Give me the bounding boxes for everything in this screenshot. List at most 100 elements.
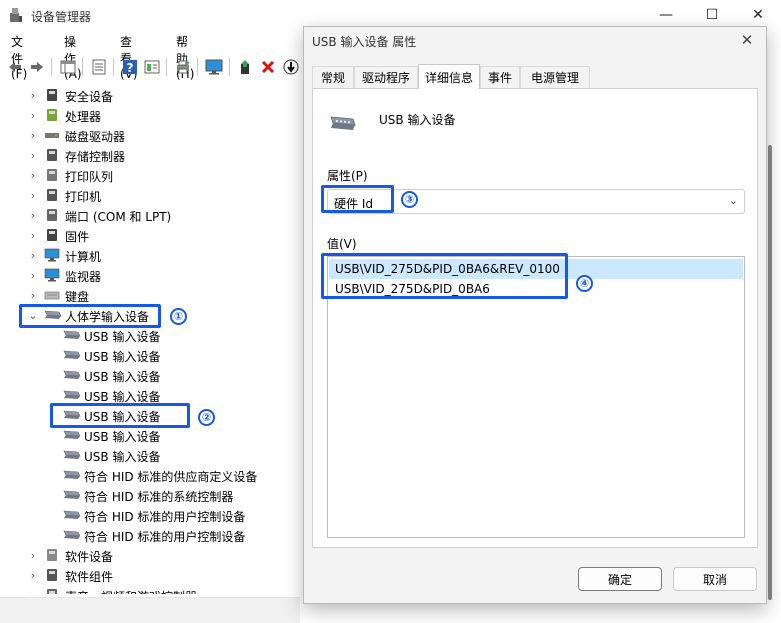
chevron-right-icon[interactable]: ›	[28, 105, 38, 125]
chevron-right-icon[interactable]: ›	[28, 585, 38, 595]
chevron-right-icon[interactable]: ›	[28, 185, 38, 205]
tree-category-item[interactable]: › 软件设备	[0, 545, 300, 565]
tree-category-item[interactable]: › 磁盘驱动器	[0, 125, 300, 145]
help-icon[interactable]: ?	[120, 57, 140, 77]
tree-child-item[interactable]: 符合 HID 标准的用户控制设备	[0, 505, 300, 525]
tree-item-label: 磁盘驱动器	[65, 130, 126, 144]
view-icon[interactable]	[142, 57, 162, 77]
usb-hid-icon	[63, 527, 81, 543]
properties-icon[interactable]	[89, 57, 109, 77]
tab-power-management[interactable]: 电源管理	[520, 66, 590, 88]
tab-details[interactable]: 详细信息	[418, 64, 480, 89]
processor-icon	[44, 107, 60, 123]
tree-category-item[interactable]: › 打印机	[0, 185, 300, 205]
tree-category-item[interactable]: › 安全设备	[0, 85, 300, 105]
chevron-right-icon[interactable]: ›	[28, 145, 38, 165]
highlight-box-property	[321, 185, 394, 213]
print-icon[interactable]	[173, 57, 193, 77]
tree-child-item[interactable]: USB 输入设备	[0, 325, 300, 345]
tree-child-item[interactable]: 符合 HID 标准的供应商定义设备	[0, 465, 300, 485]
console-tree-icon[interactable]	[58, 57, 78, 77]
printer-icon	[44, 187, 60, 203]
update-driver-icon[interactable]	[236, 57, 256, 77]
tab-events[interactable]: 事件	[480, 66, 520, 88]
monitor-icon	[44, 267, 60, 283]
usb-hid-icon	[63, 327, 81, 343]
tree-child-item[interactable]: USB 输入设备	[0, 445, 300, 465]
tree-item-label: USB 输入设备	[84, 330, 161, 344]
print-queue-icon	[44, 167, 60, 183]
tree-child-item[interactable]: USB 输入设备	[0, 425, 300, 445]
property-label: 属性(P)	[327, 169, 368, 183]
tree-item-label: USB 输入设备	[84, 430, 161, 444]
tab-driver[interactable]: 驱动程序	[354, 66, 418, 88]
tree-category-item[interactable]: › 软件组件	[0, 565, 300, 585]
chevron-right-icon[interactable]: ›	[28, 565, 38, 585]
chevron-right-icon[interactable]: ›	[28, 245, 38, 265]
tree-category-item[interactable]: › 声音、视频和游戏控制器	[0, 585, 300, 594]
tree-child-item[interactable]: 符合 HID 标准的系统控制器	[0, 485, 300, 505]
tree-category-item[interactable]: › 存储控制器	[0, 145, 300, 165]
chevron-down-icon: ⌄	[728, 194, 738, 207]
svg-text:?: ?	[127, 61, 134, 75]
keyboard-icon	[44, 287, 60, 303]
tree-category-item[interactable]: › 键盘	[0, 285, 300, 305]
forward-icon[interactable]	[27, 57, 47, 77]
tree-child-item[interactable]: USB 输入设备	[0, 365, 300, 385]
tree-item-label: 声音、视频和游戏控制器	[65, 588, 197, 594]
hid-device-icon	[330, 116, 356, 130]
chevron-right-icon[interactable]: ›	[28, 205, 38, 225]
properties-dialog: USB 输入设备 属性 ✕ 常规 驱动程序 详细信息 事件 电源管理 USB 输…	[303, 26, 767, 604]
chevron-right-icon[interactable]: ›	[28, 285, 38, 305]
tree-category-item[interactable]: › 处理器	[0, 105, 300, 125]
tree-item-label: 符合 HID 标准的系统控制器	[84, 490, 234, 504]
chevron-right-icon[interactable]: ›	[28, 85, 38, 105]
horizontal-scrollbar[interactable]	[0, 597, 300, 623]
uninstall-icon[interactable]	[258, 57, 278, 77]
annotation-badge-2: ②	[198, 409, 215, 426]
tree-category-item[interactable]: › 计算机	[0, 245, 300, 265]
security-device-icon	[44, 87, 60, 103]
ok-button[interactable]: 确定	[578, 567, 662, 591]
tree-category-item[interactable]: › 固件	[0, 225, 300, 245]
tree-item-label: USB 输入设备	[84, 370, 161, 384]
tree-child-item[interactable]: USB 输入设备	[0, 385, 300, 405]
chevron-right-icon[interactable]: ›	[28, 545, 38, 565]
chevron-right-icon[interactable]: ›	[28, 265, 38, 285]
tree-item-label: USB 输入设备	[84, 450, 161, 464]
software-component-icon	[44, 567, 60, 583]
usb-hid-icon	[63, 427, 81, 443]
annotation-badge-3: ③	[401, 191, 418, 208]
storage-controller-icon	[44, 147, 60, 163]
scan-hardware-icon[interactable]	[204, 57, 224, 77]
usb-hid-icon	[63, 447, 81, 463]
software-device-icon	[44, 547, 60, 563]
tree-item-label: 符合 HID 标准的供应商定义设备	[84, 470, 258, 484]
tree-category-item[interactable]: › 端口 (COM 和 LPT)	[0, 205, 300, 225]
tree-item-label: 软件设备	[65, 550, 114, 564]
value-label: 值(V)	[327, 237, 357, 251]
back-icon[interactable]	[5, 57, 25, 77]
chevron-right-icon[interactable]: ›	[28, 165, 38, 185]
tree-child-item[interactable]: 符合 HID 标准的用户控制设备	[0, 525, 300, 545]
annotation-badge-1: ①	[170, 308, 187, 325]
tree-category-item[interactable]: › 打印队列	[0, 165, 300, 185]
chevron-right-icon[interactable]: ›	[28, 125, 38, 145]
tree-item-label: 软件组件	[65, 570, 114, 584]
tree-item-label: 安全设备	[65, 90, 114, 104]
tab-general[interactable]: 常规	[312, 66, 354, 88]
vertical-scrollbar-thumb[interactable]	[768, 145, 772, 600]
usb-hid-icon	[63, 387, 81, 403]
device-tree: › 安全设备 › 处理器 › 磁盘驱动器 › 存储控制器 › 打印队列 › 打印机 › 端口 (COM 和…	[0, 84, 300, 594]
dialog-close-button[interactable]: ✕	[736, 29, 758, 51]
usb-hid-icon	[63, 347, 81, 363]
chevron-right-icon[interactable]: ›	[28, 225, 38, 245]
tree-category-item[interactable]: › 监视器	[0, 265, 300, 285]
cancel-button[interactable]: 取消	[673, 567, 757, 591]
computer-icon	[44, 247, 60, 263]
details-panel: USB 输入设备 属性(P) 硬件 Id ⌄ 值(V) USB\VID_275D…	[312, 88, 758, 548]
annotation-badge-4: ④	[576, 275, 593, 292]
disable-device-icon[interactable]	[281, 57, 301, 77]
tree-child-item[interactable]: USB 输入设备	[0, 345, 300, 365]
highlight-box-hid-category	[19, 304, 161, 328]
